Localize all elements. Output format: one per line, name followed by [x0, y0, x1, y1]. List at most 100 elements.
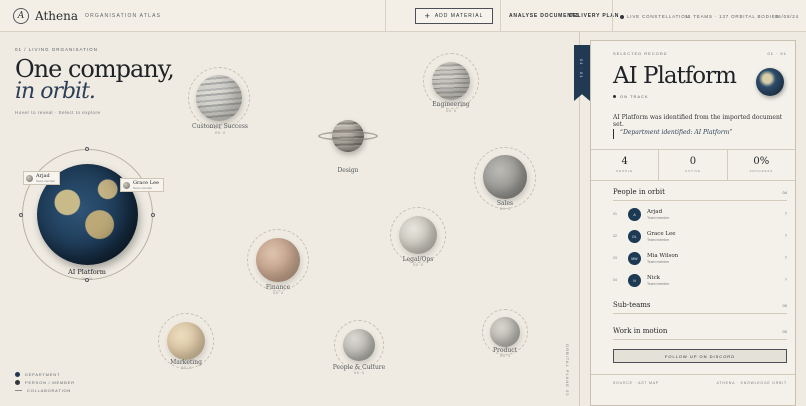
dept-sub: 0·0 · 0: [214, 131, 226, 135]
row-index: 03: [613, 256, 617, 260]
person-chip[interactable]: Arjad Team member: [23, 171, 61, 185]
stat-active: 0 ACTIVE: [659, 150, 728, 180]
follow-up-discord-button[interactable]: FOLLOW UP ON DISCORD: [613, 349, 787, 363]
panel-quote: “Department identified: AI Platform”: [613, 129, 732, 139]
work-section-heading[interactable]: Work in motion: [613, 327, 667, 335]
stat-value: 4: [621, 156, 628, 167]
stat-value: 0: [689, 156, 697, 167]
record-bookmark-tab[interactable]: 01 · 01: [574, 45, 590, 101]
planet-people-culture[interactable]: [343, 329, 375, 361]
avatar: GL: [628, 230, 641, 243]
dept-label[interactable]: People & Culture: [319, 364, 399, 371]
plus-icon: +: [424, 10, 431, 21]
planet-customer-success[interactable]: [196, 75, 242, 121]
dept-label[interactable]: Sales: [465, 200, 545, 207]
dept-label[interactable]: Customer Success: [180, 123, 260, 130]
stat-value: 0%: [753, 156, 770, 167]
divider: [385, 0, 386, 32]
live-label: LIVE CONSTELLATION: [627, 14, 690, 19]
dept-label[interactable]: Engineering: [411, 101, 491, 108]
person-name: Grace Lee: [647, 231, 676, 237]
people-section-heading[interactable]: People in orbit: [613, 188, 665, 196]
stat-progress: 0% PROGRESS: [728, 150, 795, 180]
record-planet-icon: [756, 68, 784, 96]
dept-label[interactable]: Design: [308, 167, 388, 174]
person-name: Mia Wilson: [647, 253, 679, 259]
chip-role: Team member: [133, 185, 153, 190]
collaboration-line-icon: [15, 390, 22, 391]
dept-sub: 0·0 · 0: [272, 291, 284, 295]
stat-people: 4 PEOPLE: [591, 150, 660, 180]
footer-rule: [591, 374, 795, 375]
stat-label: ACTIVE: [685, 169, 701, 173]
dept-sub: 0·0 · 0: [180, 366, 192, 370]
focus-label[interactable]: AI Platform: [47, 268, 127, 276]
row-index: 01: [613, 212, 617, 216]
person-dot-icon: [15, 380, 20, 385]
person-role: Team member: [647, 238, 670, 242]
avatar: [26, 174, 33, 182]
section-rule: [613, 339, 787, 340]
person-name: Arjad: [647, 209, 663, 215]
chevron-right-icon: ›: [785, 233, 787, 239]
person-chip[interactable]: Grace Lee Team member: [120, 178, 164, 192]
person-role: Team member: [647, 216, 670, 220]
live-status: LIVE CONSTELLATION: [620, 14, 690, 19]
dept-label[interactable]: Product: [465, 347, 545, 354]
legend-collaboration: COLLABORATION: [15, 388, 71, 393]
add-material-label: ADD MATERIAL: [434, 13, 484, 19]
map-hint: Hover to reveal · Select to explore: [15, 110, 101, 115]
panel-eyebrow: SELECTED RECORD: [613, 51, 668, 56]
live-dot-icon: [620, 14, 624, 19]
planet-finance[interactable]: [256, 238, 300, 282]
orbit-handle[interactable]: [85, 147, 89, 151]
add-material-button[interactable]: + ADD MATERIAL: [415, 8, 493, 24]
legend-department: DEPARTMENT: [15, 372, 60, 377]
legend-person: PERSON / MEMBER: [15, 380, 75, 385]
avatar: MW: [628, 252, 641, 265]
legend-label: DEPARTMENT: [25, 372, 61, 377]
orbit-handle[interactable]: [19, 213, 23, 217]
page-title-italic: in orbit.: [15, 79, 96, 104]
orbit-handle[interactable]: [151, 213, 155, 217]
divider: [612, 0, 613, 32]
planet-sales[interactable]: [483, 155, 527, 199]
status-dot-icon: [613, 95, 616, 98]
planet-engineering[interactable]: [432, 62, 470, 100]
dept-label[interactable]: Marketing: [146, 359, 226, 366]
brand-name[interactable]: Athena: [35, 9, 78, 23]
dept-label[interactable]: Finance: [238, 284, 318, 291]
teams-count: 11 TEAMS · 137 ORBITAL BODIES: [685, 14, 780, 19]
footer-brand: ATHENA · KNOWLEDGE ORBIT: [716, 381, 787, 385]
chevron-right-icon: ›: [785, 277, 787, 283]
planet-ring: [318, 131, 378, 141]
avatar: [123, 181, 130, 189]
dept-label[interactable]: Legal/Ops: [378, 256, 458, 263]
logo-mark-icon[interactable]: A: [13, 8, 29, 24]
avatar: A: [628, 208, 641, 221]
divider: [500, 0, 501, 32]
people-count: 04: [782, 190, 787, 195]
panel-title: AI Platform: [613, 63, 737, 89]
dept-sub: 0·0 · 0: [412, 263, 424, 267]
stat-label: PEOPLE: [616, 169, 634, 173]
planet-marketing[interactable]: [167, 322, 205, 360]
chevron-right-icon: ›: [785, 255, 787, 261]
planet-product[interactable]: [490, 317, 520, 347]
panel-description: AI Platform was identified from the impo…: [613, 114, 783, 128]
brand-subtitle: ORGANISATION ATLAS: [85, 13, 162, 19]
stat-label: PROGRESS: [749, 169, 774, 173]
dept-sub: 0·0 · 0: [499, 207, 511, 211]
vertical-caption: ORBITAL PLANE 02: [565, 344, 570, 397]
subteams-section-heading[interactable]: Sub-teams: [613, 301, 651, 309]
list-item[interactable]: 01 A Arjad Team member ›: [613, 206, 787, 224]
planet-legal-ops[interactable]: [399, 216, 437, 254]
list-item[interactable]: 03 MW Mia Wilson Team member ›: [613, 250, 787, 268]
footer-source: SOURCE · AST MAP: [613, 381, 659, 385]
dept-sub: 0·0 · 0: [499, 354, 511, 358]
list-item[interactable]: 04 N Nick Team member ›: [613, 272, 787, 290]
detail-panel: SELECTED RECORD 01 · 01 AI Platform ON T…: [590, 40, 796, 406]
chip-name: Grace Lee: [133, 179, 159, 186]
panel-record-count: 01 · 01: [767, 51, 787, 56]
list-item[interactable]: 02 GL Grace Lee Team member ›: [613, 228, 787, 246]
